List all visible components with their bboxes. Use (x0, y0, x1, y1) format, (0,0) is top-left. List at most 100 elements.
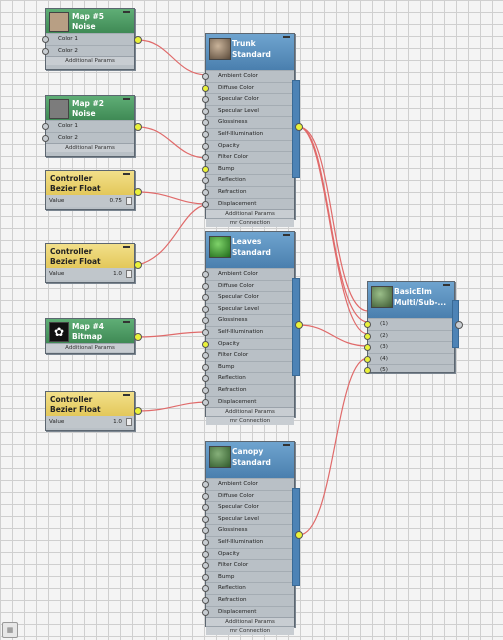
slot-reflection[interactable]: Reflection (202, 174, 294, 186)
slot-specular-color[interactable]: Specular Color (202, 291, 294, 303)
slot-self-illumination[interactable]: Self-Illumination (202, 535, 294, 548)
input-port-connected[interactable] (364, 367, 371, 375)
input-port[interactable] (202, 282, 209, 290)
input-port[interactable] (202, 130, 209, 138)
controller1-node[interactable]: Controller Bezier Float Value 0.75 (45, 170, 135, 210)
slot-1[interactable]: (1) (364, 318, 454, 330)
trunk-output-port[interactable] (295, 123, 303, 131)
input-port-connected[interactable] (364, 355, 371, 363)
map2-output-port[interactable] (134, 123, 142, 131)
input-port[interactable] (202, 317, 209, 325)
input-port[interactable] (202, 608, 209, 616)
input-port[interactable] (202, 596, 209, 604)
value-spinner[interactable] (126, 270, 132, 278)
input-port[interactable] (202, 398, 209, 406)
minimize-button[interactable] (283, 234, 290, 236)
map4-output-port[interactable] (134, 333, 142, 341)
minimize-button[interactable] (123, 246, 130, 248)
slot-refraction[interactable]: Refraction (202, 383, 294, 396)
map5-slot-color2[interactable]: Color 2 (42, 44, 134, 57)
input-port[interactable] (202, 200, 209, 208)
input-port[interactable] (202, 294, 209, 302)
controller2-output-port[interactable] (134, 261, 142, 269)
input-port[interactable] (42, 47, 49, 55)
layout-icon[interactable]: ▦ (2, 622, 18, 638)
slot-self-illumination[interactable]: Self-Illumination (202, 325, 294, 338)
input-port[interactable] (202, 504, 209, 512)
minimize-button[interactable] (123, 11, 130, 13)
slot-glossiness[interactable]: Glossiness (202, 524, 294, 536)
slot-bump[interactable]: Bump (202, 570, 294, 583)
slot-filter-color[interactable]: Filter Color (202, 349, 294, 361)
controller2-value[interactable]: 1.0 (113, 268, 122, 280)
slot-opacity[interactable]: Opacity (202, 139, 294, 152)
canopy-additional-params[interactable]: Additional Params (206, 617, 294, 627)
input-port[interactable] (202, 481, 209, 488)
input-port[interactable] (202, 142, 209, 150)
leaves-header[interactable]: Leaves Standard (206, 232, 294, 268)
map4-header[interactable]: ✿ Map #4 Bitmap (46, 319, 134, 343)
slot-4[interactable]: (4) (364, 352, 454, 365)
canopy-mr-connection[interactable]: mr Connection (206, 626, 294, 636)
controller1-output-port[interactable] (134, 188, 142, 196)
input-port[interactable] (202, 352, 209, 360)
input-port[interactable] (202, 154, 209, 162)
slot-displacement[interactable]: Displacement (202, 395, 294, 408)
input-port[interactable] (202, 585, 209, 593)
slot-bump[interactable]: Bump (202, 162, 294, 175)
input-port[interactable] (42, 134, 49, 142)
input-port-connected[interactable] (202, 84, 209, 92)
slot-specular-level[interactable]: Specular Level (202, 104, 294, 117)
slot-glossiness[interactable]: Glossiness (202, 116, 294, 128)
trunk-material-node[interactable]: Trunk Standard Ambient Color Diffuse Col… (202, 33, 295, 228)
slot-bump[interactable]: Bump (202, 360, 294, 373)
slot-ambient-color[interactable]: Ambient Color (202, 70, 294, 82)
input-port[interactable] (202, 188, 209, 196)
slot-specular-color[interactable]: Specular Color (202, 501, 294, 513)
leaves-material-node[interactable]: Leaves Standard Ambient Color Diffuse Co… (202, 231, 295, 426)
controller3-output-port[interactable] (134, 407, 142, 415)
minimize-button[interactable] (283, 444, 290, 446)
slot-opacity[interactable]: Opacity (202, 547, 294, 560)
slot-ambient-color[interactable]: Ambient Color (202, 478, 294, 490)
input-port[interactable] (202, 363, 209, 371)
slot-filter-color[interactable]: Filter Color (202, 559, 294, 571)
leaves-output-port[interactable] (295, 321, 303, 329)
slot-displacement[interactable]: Displacement (202, 197, 294, 210)
map5-slot-color1[interactable]: Color 1 (42, 33, 134, 45)
controller3-node[interactable]: Controller Bezier Float Value 1.0 (45, 391, 135, 431)
minimize-button[interactable] (123, 394, 130, 396)
input-port[interactable] (202, 119, 209, 127)
trunk-header[interactable]: Trunk Standard (206, 34, 294, 70)
input-port[interactable] (202, 375, 209, 383)
input-port[interactable] (42, 123, 49, 130)
input-port-connected[interactable] (364, 332, 371, 340)
minimize-button[interactable] (123, 321, 130, 323)
basicelm-header[interactable]: BasicElm Multi/Sub-... (368, 282, 454, 318)
input-port[interactable] (202, 573, 209, 581)
map5-additional-params[interactable]: Additional Params (46, 56, 134, 66)
input-port[interactable] (202, 538, 209, 546)
input-port[interactable] (202, 527, 209, 535)
input-port[interactable] (202, 177, 209, 185)
controller1-header[interactable]: Controller Bezier Float (46, 171, 134, 195)
canopy-output-port[interactable] (295, 531, 303, 539)
controller2-header[interactable]: Controller Bezier Float (46, 244, 134, 268)
slot-3[interactable]: (3) (364, 341, 454, 353)
trunk-additional-params[interactable]: Additional Params (206, 209, 294, 219)
minimize-button[interactable] (283, 36, 290, 38)
leaves-mr-connection[interactable]: mr Connection (206, 416, 294, 426)
input-port[interactable] (202, 107, 209, 115)
slot-specular-color[interactable]: Specular Color (202, 93, 294, 105)
trunk-mr-connection[interactable]: mr Connection (206, 218, 294, 228)
map2-node[interactable]: Map #2 Noise Color 1 Color 2 Additional … (42, 95, 135, 157)
map4-node[interactable]: ✿ Map #4 Bitmap Additional Params (45, 318, 135, 354)
input-port[interactable] (202, 386, 209, 394)
controller3-value[interactable]: 1.0 (113, 416, 122, 428)
input-port-connected[interactable] (202, 340, 209, 348)
canopy-material-node[interactable]: Canopy Standard Ambient Color Diffuse Co… (202, 441, 295, 636)
map2-slot-color1[interactable]: Color 1 (42, 120, 134, 132)
slot-diffuse-color[interactable]: Diffuse Color (202, 489, 294, 502)
input-port[interactable] (202, 305, 209, 313)
map5-header[interactable]: Map #5 Noise (46, 9, 134, 33)
